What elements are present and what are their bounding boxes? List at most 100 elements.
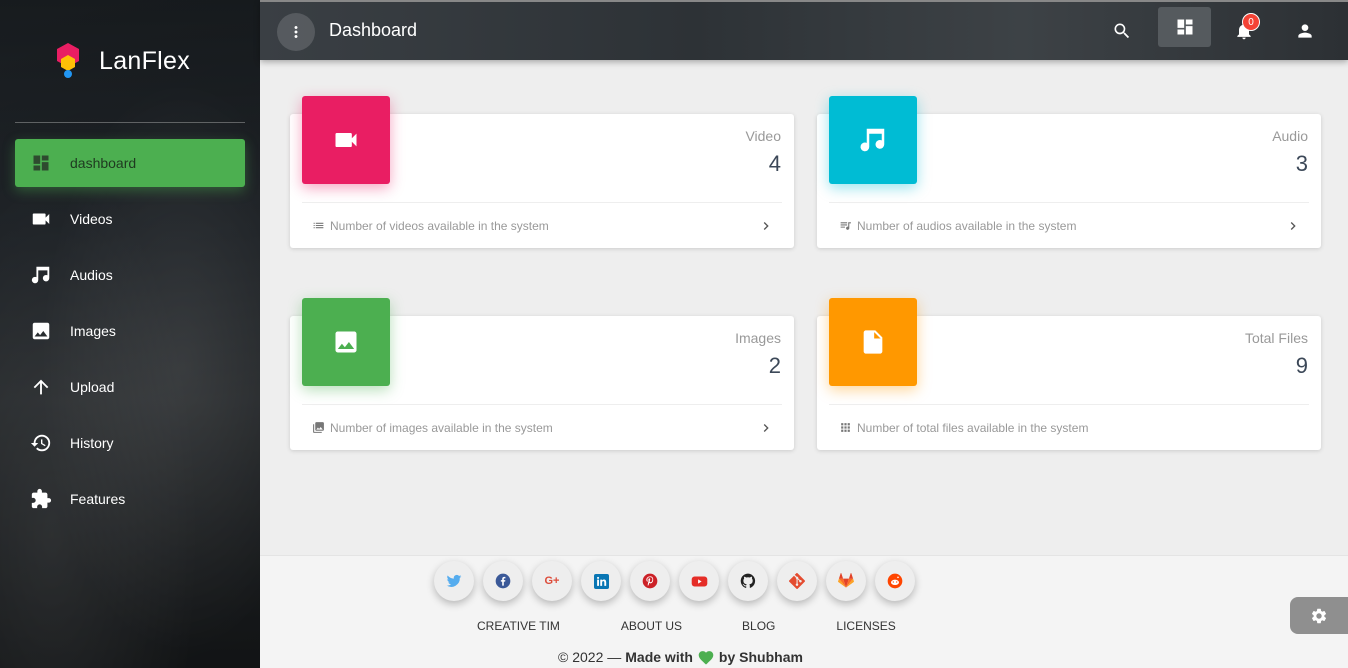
puzzle-icon xyxy=(29,487,53,511)
youtube-button[interactable] xyxy=(679,561,719,601)
sidebar-nav: dashboard Videos Audios Images Upload Hi… xyxy=(0,123,260,523)
twitter-icon xyxy=(446,574,462,587)
card-footer[interactable]: Number of audios available in the system xyxy=(829,202,1309,248)
gear-icon xyxy=(1312,608,1327,623)
person-icon xyxy=(1298,24,1312,38)
footer-link-creative-tim[interactable]: CREATIVE TIM xyxy=(477,619,560,633)
card-footer-text: Number of audios available in the system xyxy=(857,218,1077,233)
copyright: © 2022 — Made with by Shubham xyxy=(558,649,807,665)
music-note-icon xyxy=(29,263,53,287)
google-plus-button[interactable]: G+ xyxy=(532,561,572,601)
sidebar-item-videos[interactable]: Videos xyxy=(15,195,245,243)
facebook-button[interactable] xyxy=(483,561,523,601)
card-footer-text: Number of images available in the system xyxy=(330,420,553,435)
card-value: 4 xyxy=(768,151,781,176)
card-footer-text: Number of total files available in the s… xyxy=(857,420,1089,435)
chevron-right-icon[interactable] xyxy=(758,218,774,234)
more-vert-icon xyxy=(294,26,298,38)
social-links: G+ xyxy=(434,561,915,601)
footer-links: CREATIVE TIM ABOUT US BLOG LICENSES xyxy=(477,619,896,633)
dashboard-icon xyxy=(1177,19,1192,35)
sidebar-item-dashboard[interactable]: dashboard xyxy=(15,139,245,187)
photo-library-icon xyxy=(312,421,326,435)
chevron-right-icon[interactable] xyxy=(758,420,774,436)
sidebar: LanFlex dashboard Videos Audios Images U… xyxy=(0,0,260,668)
sidebar-item-label: dashboard xyxy=(70,155,137,171)
footer-link-about-us[interactable]: ABOUT US xyxy=(621,619,682,633)
logo[interactable]: LanFlex xyxy=(0,0,260,122)
footer-link-licenses[interactable]: LICENSES xyxy=(836,619,895,633)
pinterest-icon xyxy=(642,573,658,589)
search-button[interactable] xyxy=(1102,11,1142,51)
github-button[interactable] xyxy=(728,561,768,601)
card-value: 3 xyxy=(1295,151,1308,176)
apps-icon xyxy=(839,421,853,435)
made-with-text: Made with xyxy=(625,649,693,665)
linkedin-icon xyxy=(593,573,609,589)
more-menu-button[interactable] xyxy=(277,13,315,51)
stat-card-video: Video 4 Number of videos available in th… xyxy=(290,96,794,248)
gitlab-button[interactable] xyxy=(826,561,866,601)
sidebar-item-label: Videos xyxy=(70,211,113,227)
image-icon xyxy=(335,331,357,353)
stat-card-audio: Audio 3 Number of audios available in th… xyxy=(817,96,1321,248)
google-plus-icon: G+ xyxy=(544,575,560,587)
card-footer[interactable]: Number of videos available in the system xyxy=(302,202,782,248)
git-button[interactable] xyxy=(777,561,817,601)
arrow-up-icon xyxy=(29,375,53,399)
notifications-button[interactable]: 0 xyxy=(1224,11,1264,51)
card-value: 9 xyxy=(1295,353,1308,378)
footer-link-blog[interactable]: BLOG xyxy=(742,619,775,633)
chevron-right-icon[interactable] xyxy=(1285,218,1301,234)
reddit-button[interactable] xyxy=(875,561,915,601)
sidebar-item-audios[interactable]: Audios xyxy=(15,251,245,299)
sidebar-item-history[interactable]: History xyxy=(15,419,245,467)
card-footer[interactable]: Number of images available in the system xyxy=(302,404,782,450)
stat-card-total-files: Total Files 9 Number of total files avai… xyxy=(817,298,1321,450)
app-name: LanFlex xyxy=(99,46,191,75)
card-footer: Number of total files available in the s… xyxy=(829,404,1309,450)
twitter-button[interactable] xyxy=(434,561,474,601)
card-category: Video xyxy=(745,128,781,144)
sidebar-item-label: Images xyxy=(70,323,116,339)
videocam-icon xyxy=(335,133,357,147)
sidebar-item-images[interactable]: Images xyxy=(15,307,245,355)
card-category: Total Files xyxy=(1244,330,1308,346)
queue-music-icon xyxy=(839,219,853,233)
card-category: Images xyxy=(735,330,781,346)
footer: G+ CREATIVE TIM ABOUT US BLOG LICENSES ©… xyxy=(260,555,1348,668)
history-icon xyxy=(29,431,53,455)
pinterest-button[interactable] xyxy=(630,561,670,601)
notification-badge: 0 xyxy=(1242,13,1260,31)
logo-icon xyxy=(55,43,81,79)
linkedin-button[interactable] xyxy=(581,561,621,601)
author-text: by Shubham xyxy=(718,649,803,665)
music-note-icon xyxy=(860,128,885,152)
sidebar-item-label: Upload xyxy=(70,379,115,395)
sidebar-item-upload[interactable]: Upload xyxy=(15,363,245,411)
page-title: Dashboard xyxy=(329,20,418,40)
git-icon xyxy=(789,573,805,589)
sidebar-item-label: Features xyxy=(70,491,126,507)
reddit-icon xyxy=(887,573,903,589)
card-category: Audio xyxy=(1272,128,1308,144)
dashboard-button[interactable] xyxy=(1158,7,1211,47)
copyright-prefix: © 2022 — xyxy=(558,649,622,665)
dashboard-icon xyxy=(29,151,53,175)
card-footer-text: Number of videos available in the system xyxy=(330,218,549,233)
videocam-icon xyxy=(29,207,53,231)
topbar: Dashboard 0 xyxy=(260,0,1348,60)
github-icon xyxy=(740,573,756,588)
search-icon xyxy=(1114,23,1130,39)
account-button[interactable] xyxy=(1285,11,1325,51)
settings-button[interactable] xyxy=(1290,597,1348,634)
card-icon-box xyxy=(302,96,390,184)
card-icon-box xyxy=(829,96,917,184)
sidebar-item-label: History xyxy=(70,435,114,451)
list-icon xyxy=(312,219,326,233)
card-icon-box xyxy=(302,298,390,386)
sidebar-item-features[interactable]: Features xyxy=(15,475,245,523)
heart-icon xyxy=(698,651,714,665)
facebook-icon xyxy=(495,573,511,589)
gitlab-icon xyxy=(838,573,854,588)
